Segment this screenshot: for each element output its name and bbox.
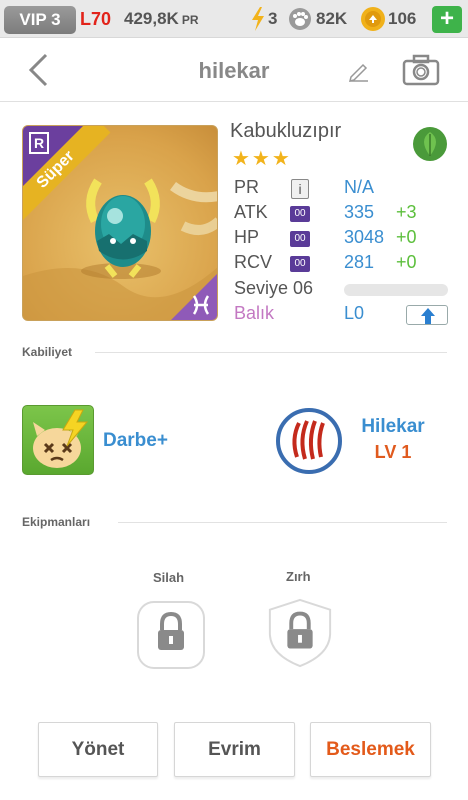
page-title: hilekar xyxy=(198,58,270,83)
equip-label-weapon: Silah xyxy=(153,570,185,585)
buy-coins-button[interactable]: + xyxy=(432,6,462,33)
stat-value: 335 xyxy=(344,202,375,222)
pet-stars: ★★★ xyxy=(232,148,292,170)
evolve-button[interactable]: Evrim xyxy=(174,722,295,777)
lightning-icon xyxy=(252,7,264,31)
stat-label: HP xyxy=(234,227,260,247)
pr-value: 429,8K xyxy=(124,9,179,28)
stat-value: N/A xyxy=(344,177,375,197)
equip-label-armor: Zırh xyxy=(286,569,311,584)
ability-name: Hilekar xyxy=(361,416,425,437)
skill-icon[interactable] xyxy=(22,405,94,475)
pet-level-label: Seviye 06 xyxy=(234,278,314,298)
abilities-title: Kabiliyet xyxy=(22,345,73,359)
divider xyxy=(95,352,447,353)
rarity-badge: R xyxy=(29,132,49,154)
stat-badge: 00 xyxy=(290,206,310,222)
camera-icon[interactable] xyxy=(402,54,440,86)
pr-suffix: PR xyxy=(181,13,199,27)
stat-bonus: +0 xyxy=(396,227,417,247)
stat-value: 3048 xyxy=(344,227,385,247)
player-pr: 429,8K PR xyxy=(124,9,199,29)
zodiac-level: L0 xyxy=(344,303,365,323)
feed-button[interactable]: Beslemek xyxy=(310,722,431,777)
pisces-icon xyxy=(192,295,210,315)
stat-label: ATK xyxy=(234,202,268,222)
coin-count: 106 xyxy=(388,9,417,28)
stat-badge: 00 xyxy=(290,256,310,272)
skill-name: Darbe+ xyxy=(103,430,168,451)
stat-badge: 00 xyxy=(290,231,310,247)
divider xyxy=(118,522,447,523)
manage-button[interactable]: Yönet xyxy=(38,722,158,777)
stat-label: RCV xyxy=(234,252,273,272)
armor-slot-locked[interactable] xyxy=(265,598,335,668)
pet-portrait[interactable]: Süper R xyxy=(22,125,218,321)
pencil-icon[interactable] xyxy=(348,60,370,82)
vip-badge[interactable]: VIP 3 xyxy=(4,6,76,34)
equipment-title: Ekipmanları xyxy=(22,515,91,529)
energy-count: 3 xyxy=(268,9,278,28)
leaf-icon xyxy=(413,127,447,161)
skill-artwork xyxy=(33,409,89,468)
weapon-slot-locked[interactable] xyxy=(136,600,206,670)
stat-label: PR xyxy=(234,177,260,197)
arrow-up-icon xyxy=(421,308,435,324)
zodiac-label: Balık xyxy=(234,303,275,323)
pet-name: Kabukluzıpır xyxy=(230,120,342,142)
claw-icon[interactable] xyxy=(275,407,343,475)
stat-bonus: +3 xyxy=(396,202,417,222)
player-level: L70 xyxy=(80,9,112,29)
page-header: hilekar xyxy=(0,38,468,102)
zodiac-upgrade-button[interactable] xyxy=(406,305,448,325)
paw-count: 82K xyxy=(316,9,348,28)
stat-bonus: +0 xyxy=(396,252,417,272)
coin-icon xyxy=(361,7,385,31)
stat-value: 281 xyxy=(344,252,375,272)
ability-level: LV 1 xyxy=(374,442,412,462)
info-icon[interactable]: i xyxy=(291,179,309,199)
xp-progress-bar xyxy=(344,284,448,296)
status-bar: VIP 3 L70 429,8K PR 3 82K 106 + xyxy=(0,0,468,38)
paw-icon xyxy=(289,8,311,30)
